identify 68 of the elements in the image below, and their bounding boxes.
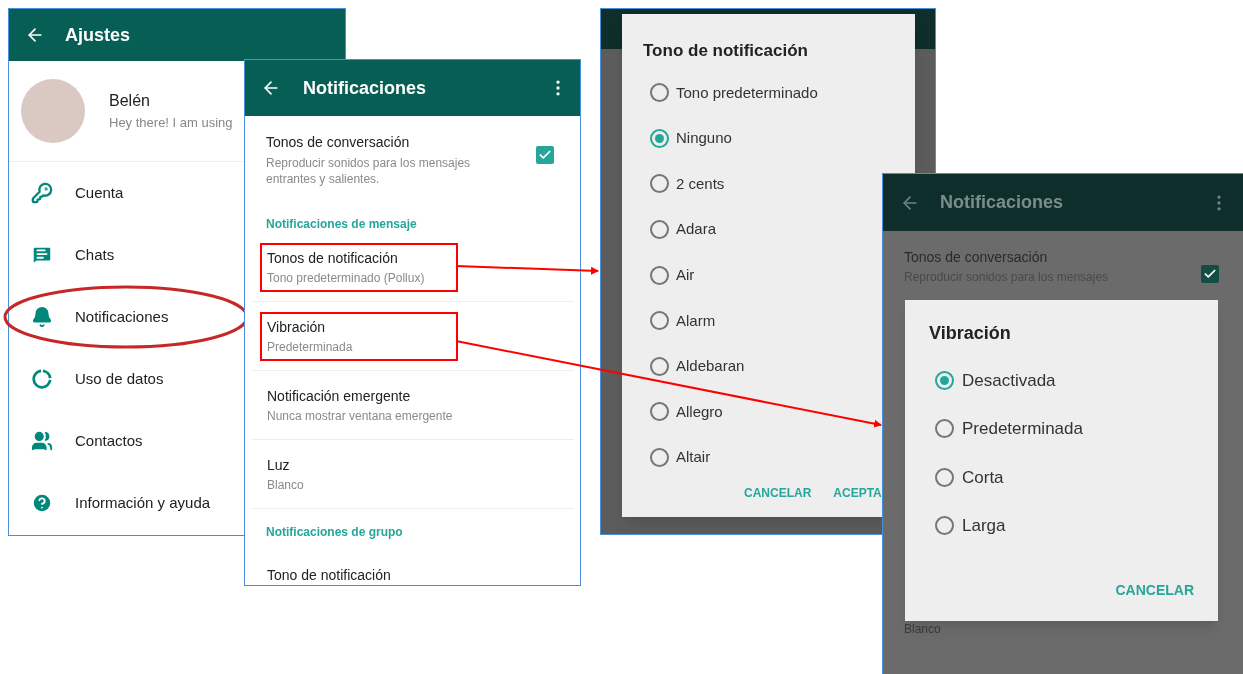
radio-button[interactable] bbox=[650, 83, 669, 103]
radio-button[interactable] bbox=[935, 370, 954, 390]
screen-title: Notificaciones bbox=[940, 191, 1065, 214]
section-header: Notificaciones de grupo bbox=[266, 524, 403, 541]
screen-title: Ajustes bbox=[65, 23, 131, 47]
profile-status: Hey there! I am using bbox=[109, 114, 233, 133]
option-label: Air bbox=[676, 264, 695, 285]
radio-button[interactable] bbox=[650, 356, 669, 376]
option-label: Alarm bbox=[676, 310, 716, 331]
radio-button[interactable] bbox=[650, 220, 669, 240]
people-icon bbox=[31, 430, 53, 452]
setting-value: Tono predeterminado (Pollux) bbox=[267, 269, 426, 287]
menu-item[interactable]: Chats bbox=[75, 243, 115, 267]
radio-button[interactable] bbox=[935, 467, 954, 487]
radio-button[interactable] bbox=[935, 419, 954, 439]
help-icon bbox=[31, 492, 53, 514]
setting-title: Vibración bbox=[267, 317, 327, 337]
menu-item[interactable]: Notificaciones bbox=[75, 305, 169, 329]
radio-button[interactable] bbox=[650, 448, 669, 468]
option-label: Corta bbox=[962, 466, 1004, 489]
checkbox[interactable] bbox=[1201, 265, 1219, 283]
menu-item[interactable]: Contactos bbox=[75, 429, 143, 453]
key-icon bbox=[31, 182, 53, 204]
option-label: Larga bbox=[962, 515, 1006, 537]
check-icon bbox=[538, 148, 552, 162]
menu-item[interactable]: Cuenta bbox=[75, 181, 124, 205]
option-label: Desactivada bbox=[962, 369, 1056, 392]
setting-title: Tono de notificación bbox=[267, 565, 392, 585]
radio-button[interactable] bbox=[650, 174, 669, 194]
setting-title: Tonos de notificación bbox=[267, 248, 399, 268]
option-label: Allegro bbox=[676, 401, 723, 422]
profile-name: Belén bbox=[109, 91, 151, 112]
radio-button[interactable] bbox=[650, 128, 669, 148]
radio-button[interactable] bbox=[935, 516, 954, 536]
bell-icon bbox=[31, 306, 53, 328]
option-label: 2 cents bbox=[676, 173, 725, 194]
setting-value: Blanco bbox=[267, 476, 305, 494]
check-icon bbox=[1203, 267, 1217, 281]
radio-button[interactable] bbox=[650, 311, 669, 331]
setting-row[interactable]: Luz Blanco bbox=[260, 449, 458, 499]
setting-row[interactable]: Tono de notificación bbox=[260, 559, 458, 585]
highlighted-setting[interactable]: Vibración Predeterminada bbox=[260, 311, 458, 361]
setting-title: Tonos de conversación bbox=[266, 133, 411, 152]
setting-value: Nunca mostrar ventana emergente bbox=[267, 407, 451, 425]
checkbox[interactable] bbox=[536, 146, 554, 164]
chat-icon bbox=[31, 244, 53, 266]
option-label: Predeterminada bbox=[962, 418, 1083, 440]
setting-row[interactable]: Notificación emergente Nunca mostrar ventana emergente bbox=[260, 380, 458, 430]
menu-item[interactable]: Uso de datos bbox=[75, 367, 164, 391]
menu-item[interactable]: Información y ayuda bbox=[75, 491, 211, 515]
setting-title: Tonos de conversación bbox=[904, 248, 1049, 267]
data-usage-icon bbox=[31, 368, 53, 390]
dialog-title: Vibración bbox=[929, 322, 1012, 345]
setting-title: Notificación emergente bbox=[267, 386, 412, 406]
screen-title: Notificaciones bbox=[303, 76, 428, 100]
section-header: Notificaciones de mensaje bbox=[266, 216, 417, 233]
radio-button[interactable] bbox=[650, 402, 669, 422]
highlighted-setting[interactable]: Tonos de notificación Tono predeterminado (Pollux) bbox=[260, 242, 458, 292]
option-label: Tono predeterminado bbox=[676, 82, 818, 103]
option-label: Ninguno bbox=[676, 128, 732, 149]
option-label: Aldebaran bbox=[676, 356, 745, 377]
setting-title: Luz bbox=[267, 455, 291, 475]
setting-description: Reproducir sonidos para los mensajes entrantes y salientes. bbox=[266, 155, 472, 187]
option-label: Altair bbox=[676, 447, 711, 468]
radio-button[interactable] bbox=[650, 265, 669, 285]
dialog-title: Tono de notificación bbox=[643, 40, 809, 62]
setting-value: Predeterminada bbox=[267, 338, 354, 356]
option-label: Adara bbox=[676, 219, 717, 240]
